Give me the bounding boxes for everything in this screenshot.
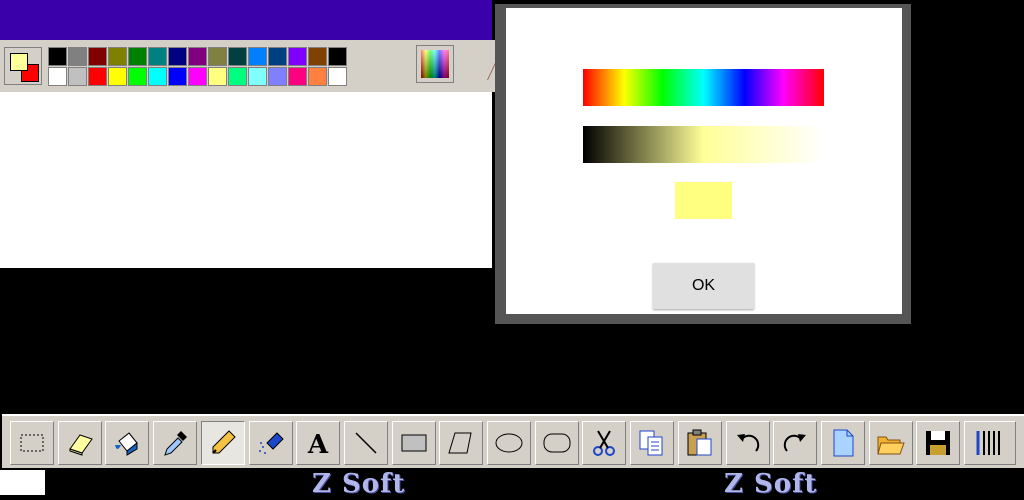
- palette-swatch[interactable]: [288, 67, 307, 86]
- color-palette-bar: [0, 40, 492, 92]
- dashed-rectangle-icon: [20, 434, 44, 452]
- palette-swatch[interactable]: [308, 47, 327, 66]
- cut-button[interactable]: [582, 421, 627, 465]
- palette-swatch[interactable]: [108, 67, 127, 86]
- copy-button[interactable]: [630, 421, 675, 465]
- palette-swatch[interactable]: [68, 67, 87, 86]
- line-icon: [355, 432, 377, 454]
- palette-swatch[interactable]: [148, 67, 167, 86]
- custom-colors-button[interactable]: [416, 45, 454, 83]
- copy-icon: [639, 430, 663, 456]
- palette-swatch[interactable]: [268, 47, 287, 66]
- status-box: [0, 470, 45, 495]
- selected-color-preview: [675, 182, 732, 219]
- color-picker-tool[interactable]: [153, 421, 198, 465]
- save-file-button[interactable]: [916, 421, 961, 465]
- palette-swatch[interactable]: [208, 47, 227, 66]
- palette-swatch[interactable]: [128, 67, 147, 86]
- undo-button[interactable]: [725, 421, 770, 465]
- color-picker-dialog: OK: [506, 8, 902, 314]
- eraser-tool[interactable]: [57, 421, 102, 465]
- palette-swatch[interactable]: [288, 47, 307, 66]
- app-title-bar: [0, 0, 492, 40]
- redo-button[interactable]: [773, 421, 818, 465]
- palette-swatch[interactable]: [48, 47, 67, 66]
- line-tool[interactable]: [343, 421, 388, 465]
- text-tool[interactable]: A: [296, 421, 341, 465]
- rounded-rectangle-icon: [543, 433, 571, 453]
- rounded-rect-tool[interactable]: [534, 421, 579, 465]
- palette-swatch[interactable]: [268, 67, 287, 86]
- palette-swatch[interactable]: [188, 47, 207, 66]
- paint-bucket-icon: [115, 432, 139, 456]
- palette-swatch[interactable]: [168, 47, 187, 66]
- letter-a-icon: A: [307, 430, 329, 459]
- hue-slider[interactable]: [583, 69, 824, 106]
- open-file-button[interactable]: [868, 421, 913, 465]
- ellipse-icon: [495, 433, 523, 453]
- brand-logo-left: Z Soft: [312, 469, 406, 499]
- select-tool[interactable]: [10, 421, 54, 465]
- palette-swatch[interactable]: [208, 67, 227, 86]
- undo-icon: [736, 434, 759, 452]
- pencil-tool[interactable]: [200, 421, 245, 465]
- redo-icon: [783, 434, 807, 452]
- ellipse-tool[interactable]: [487, 421, 531, 465]
- eraser-icon: [68, 434, 93, 456]
- scissors-icon: [593, 430, 616, 456]
- current-colors-indicator[interactable]: [4, 47, 42, 85]
- palette-swatches: [48, 47, 347, 86]
- tool-toolbar: A: [2, 414, 1024, 468]
- eyedropper-icon: [164, 431, 188, 456]
- palette-swatch[interactable]: [148, 47, 167, 66]
- palette-swatch[interactable]: [68, 47, 87, 66]
- foreground-color-swatch[interactable]: [10, 53, 28, 71]
- line-width-button[interactable]: [964, 421, 1016, 465]
- palette-swatch[interactable]: [228, 67, 247, 86]
- polygon-icon: [448, 432, 472, 454]
- palette-swatch[interactable]: [248, 47, 267, 66]
- drawing-canvas[interactable]: [0, 92, 492, 268]
- fill-tool[interactable]: [105, 421, 150, 465]
- brand-logo-right: Z Soft: [724, 469, 818, 499]
- pencil-icon: [212, 430, 236, 454]
- floppy-disk-icon: [926, 431, 951, 455]
- shade-slider[interactable]: [583, 126, 824, 163]
- airbrush-tool[interactable]: [248, 421, 293, 465]
- palette-swatch[interactable]: [188, 67, 207, 86]
- open-folder-icon: [876, 436, 905, 455]
- palette-swatch[interactable]: [108, 47, 127, 66]
- palette-swatch[interactable]: [248, 67, 267, 86]
- new-page-icon: [833, 429, 854, 457]
- palette-swatch[interactable]: [48, 67, 67, 86]
- palette-swatch[interactable]: [328, 67, 347, 86]
- ok-button[interactable]: OK: [653, 263, 754, 309]
- palette-swatch[interactable]: [328, 47, 347, 66]
- palette-swatch[interactable]: [88, 67, 107, 86]
- rectangle-icon: [401, 434, 427, 452]
- new-file-button[interactable]: [820, 421, 865, 465]
- polygon-tool[interactable]: [439, 421, 484, 465]
- palette-swatch[interactable]: [128, 47, 147, 66]
- palette-swatch[interactable]: [228, 47, 247, 66]
- rectangle-tool[interactable]: [391, 421, 436, 465]
- line-width-icon: [976, 431, 1000, 455]
- palette-swatch[interactable]: [168, 67, 187, 86]
- palette-swatch[interactable]: [88, 47, 107, 66]
- rainbow-gradient-icon: [421, 50, 449, 78]
- paste-button[interactable]: [677, 421, 722, 465]
- spray-can-icon: [258, 432, 284, 454]
- paste-icon: [687, 429, 712, 456]
- palette-swatch[interactable]: [308, 67, 327, 86]
- svg-text:A: A: [307, 430, 329, 459]
